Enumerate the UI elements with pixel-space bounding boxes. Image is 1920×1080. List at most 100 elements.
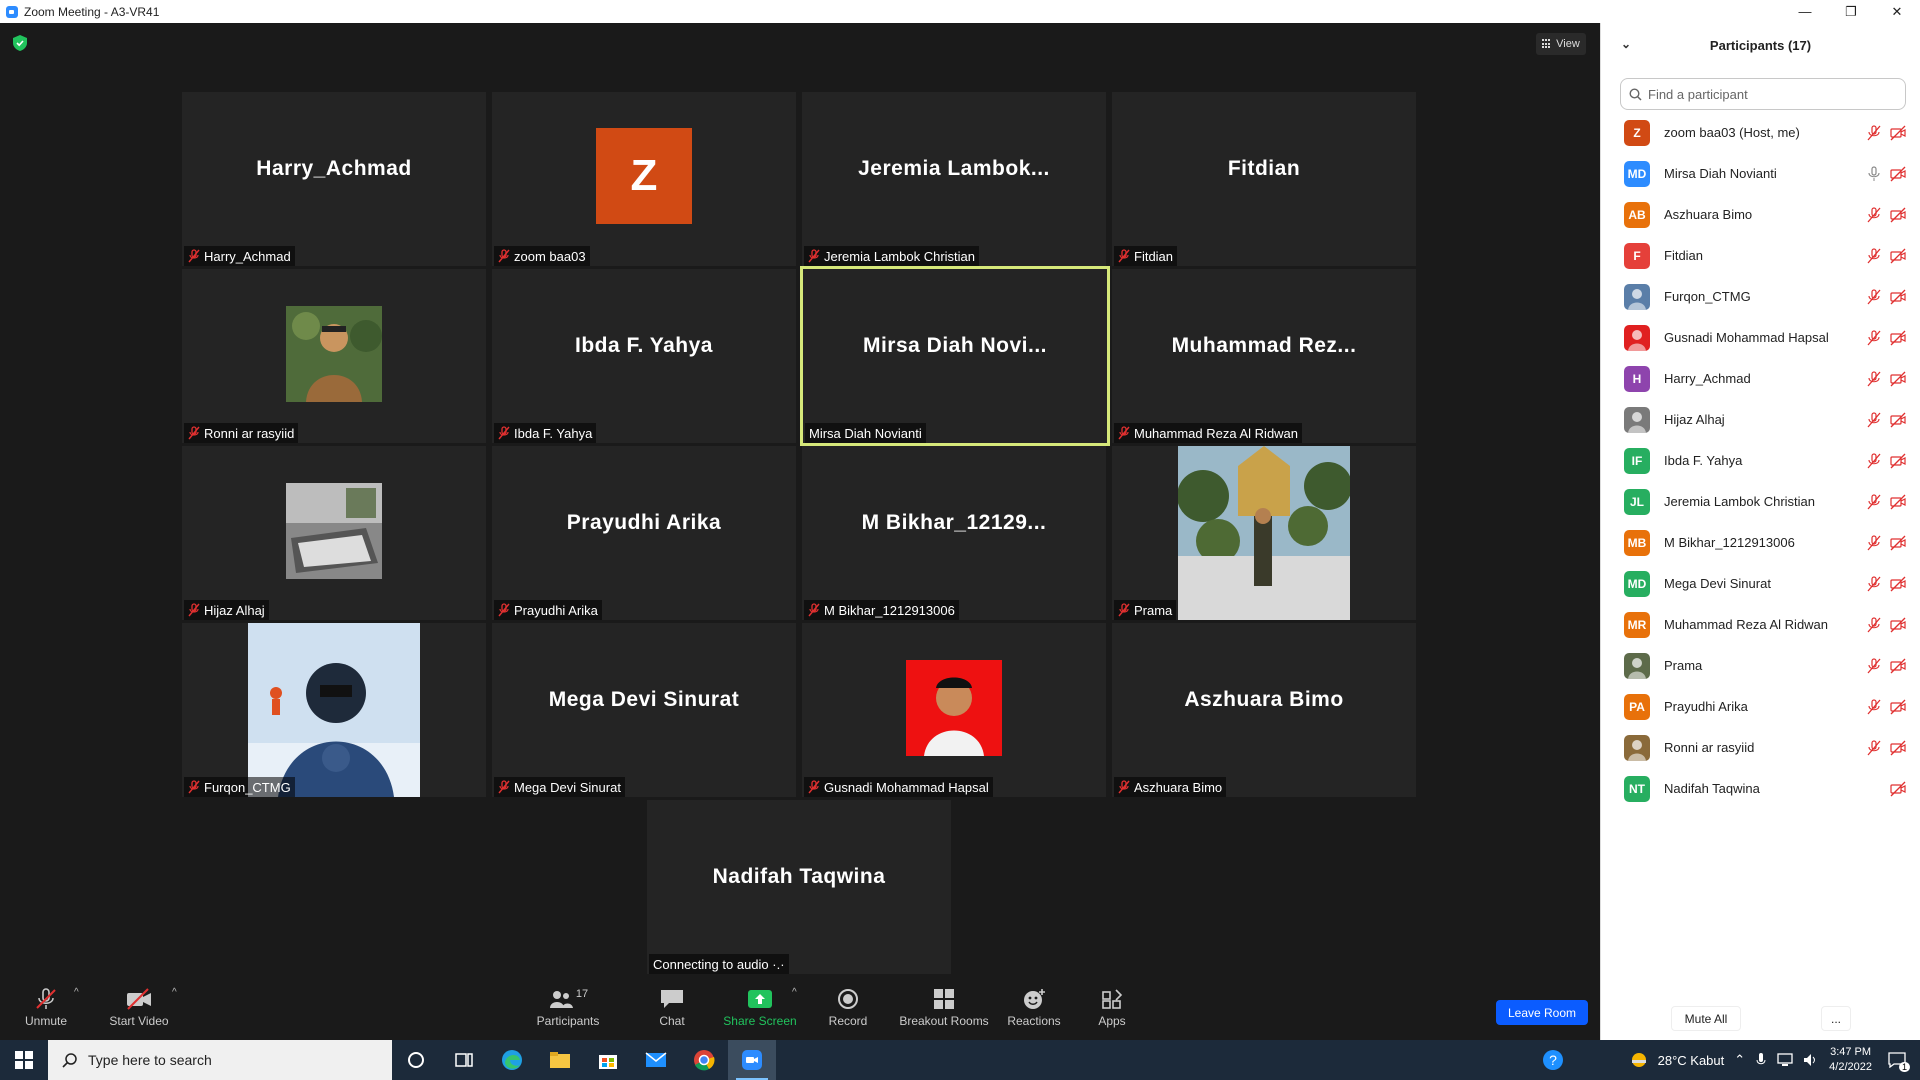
cortana-icon[interactable]: [392, 1040, 440, 1080]
more-options-button[interactable]: ...: [1821, 1006, 1851, 1031]
participant-row[interactable]: Prama: [1601, 645, 1920, 686]
video-off-icon[interactable]: [1890, 330, 1906, 346]
video-off-icon[interactable]: [1890, 781, 1906, 797]
mic-muted-icon[interactable]: [1866, 535, 1882, 551]
start-button[interactable]: [0, 1040, 48, 1080]
record-button[interactable]: Record: [820, 975, 876, 1040]
video-off-icon[interactable]: [1890, 125, 1906, 141]
share-options-caret[interactable]: ^: [792, 987, 797, 998]
participants-button[interactable]: 17 Participants: [530, 975, 606, 1040]
participant-row[interactable]: IF Ibda F. Yahya: [1601, 440, 1920, 481]
video-tile[interactable]: Z zoom baa03: [492, 92, 796, 266]
participant-row[interactable]: NT Nadifah Taqwina: [1601, 768, 1920, 809]
mic-muted-icon[interactable]: [1866, 289, 1882, 305]
participant-row[interactable]: H Harry_Achmad: [1601, 358, 1920, 399]
video-tile[interactable]: M Bikhar_12129... M Bikhar_1212913006: [802, 446, 1106, 620]
video-off-icon[interactable]: [1890, 658, 1906, 674]
mic-muted-icon[interactable]: [1866, 617, 1882, 633]
reactions-button[interactable]: Reactions: [1004, 975, 1064, 1040]
help-icon[interactable]: ?: [1542, 1049, 1564, 1071]
participant-row[interactable]: MB M Bikhar_1212913006: [1601, 522, 1920, 563]
task-view-icon[interactable]: [440, 1040, 488, 1080]
participant-search-field[interactable]: Find a participant: [1620, 78, 1906, 110]
participant-row[interactable]: MD Mega Devi Sinurat: [1601, 563, 1920, 604]
audio-options-caret[interactable]: ^: [74, 987, 79, 998]
breakout-rooms-button[interactable]: Breakout Rooms: [896, 975, 992, 1040]
participant-row[interactable]: PA Prayudhi Arika: [1601, 686, 1920, 727]
notifications-button[interactable]: 1: [1882, 1052, 1912, 1072]
participant-row[interactable]: Ronni ar rasyiid: [1601, 727, 1920, 768]
video-tile[interactable]: Nadifah Taqwina Connecting to audio ·.·: [647, 800, 951, 974]
restore-button[interactable]: ❐: [1828, 0, 1874, 23]
participant-row[interactable]: AB Aszhuara Bimo: [1601, 194, 1920, 235]
chevron-down-icon[interactable]: ⌄: [1621, 37, 1631, 51]
video-tile[interactable]: Prayudhi Arika Prayudhi Arika: [492, 446, 796, 620]
video-off-icon[interactable]: [1890, 371, 1906, 387]
mic-muted-icon[interactable]: [1866, 740, 1882, 756]
clock[interactable]: 3:47 PM 4/2/2022: [1829, 1045, 1872, 1075]
start-video-button[interactable]: Start Video: [104, 975, 174, 1040]
video-off-icon[interactable]: [1890, 166, 1906, 182]
chrome-icon[interactable]: [680, 1040, 728, 1080]
mic-muted-icon[interactable]: [1866, 207, 1882, 223]
mic-muted-icon[interactable]: [1866, 658, 1882, 674]
video-tile[interactable]: Hijaz Alhaj: [182, 446, 486, 620]
view-button[interactable]: View: [1536, 33, 1586, 55]
video-tile[interactable]: Ronni ar rasyiid: [182, 269, 486, 443]
mail-icon[interactable]: [632, 1040, 680, 1080]
mic-muted-icon[interactable]: [1866, 371, 1882, 387]
participant-row[interactable]: Zzoom baa03 (Host, me): [1601, 112, 1920, 153]
video-tile[interactable]: Fitdian Fitdian: [1112, 92, 1416, 266]
minimize-button[interactable]: —: [1782, 0, 1828, 23]
mic-muted-icon[interactable]: [1866, 248, 1882, 264]
video-off-icon[interactable]: [1890, 494, 1906, 510]
video-tile[interactable]: Mega Devi Sinurat Mega Devi Sinurat: [492, 623, 796, 797]
mic-muted-icon[interactable]: [1866, 699, 1882, 715]
video-off-icon[interactable]: [1890, 412, 1906, 428]
video-tile[interactable]: Furqon_CTMG: [182, 623, 486, 797]
video-tile[interactable]: Harry_Achmad Harry_Achmad: [182, 92, 486, 266]
weather-text[interactable]: 28°C Kabut: [1658, 1053, 1725, 1068]
participant-row[interactable]: MD Mirsa Diah Novianti: [1601, 153, 1920, 194]
unmute-button[interactable]: Unmute: [16, 975, 76, 1040]
video-tile[interactable]: Prama: [1112, 446, 1416, 620]
video-tile[interactable]: Gusnadi Mohammad Hapsal: [802, 623, 1106, 797]
participant-row[interactable]: JL Jeremia Lambok Christian: [1601, 481, 1920, 522]
video-tile[interactable]: Jeremia Lambok... Jeremia Lambok Christi…: [802, 92, 1106, 266]
zoom-taskbar-icon[interactable]: [728, 1040, 776, 1080]
mic-muted-icon[interactable]: [1866, 125, 1882, 141]
leave-room-button[interactable]: Leave Room: [1496, 1000, 1588, 1025]
participant-row[interactable]: MR Muhammad Reza Al Ridwan: [1601, 604, 1920, 645]
security-shield-icon[interactable]: [13, 35, 27, 51]
active-speaker-tile[interactable]: Mirsa Diah Novi... Mirsa Diah Novianti: [800, 266, 1110, 446]
mic-muted-icon[interactable]: [1866, 494, 1882, 510]
video-off-icon[interactable]: [1890, 453, 1906, 469]
video-off-icon[interactable]: [1890, 617, 1906, 633]
mic-on-icon[interactable]: [1866, 166, 1882, 182]
mic-muted-icon[interactable]: [1866, 453, 1882, 469]
apps-button[interactable]: Apps: [1088, 975, 1136, 1040]
video-tile[interactable]: Ibda F. Yahya Ibda F. Yahya: [492, 269, 796, 443]
edge-browser-icon[interactable]: [488, 1040, 536, 1080]
video-options-caret[interactable]: ^: [172, 987, 177, 998]
participant-row[interactable]: F Fitdian: [1601, 235, 1920, 276]
mic-muted-icon[interactable]: [1866, 330, 1882, 346]
network-icon[interactable]: [1777, 1053, 1793, 1067]
share-screen-button[interactable]: Share Screen: [720, 975, 800, 1040]
participant-row[interactable]: Gusnadi Mohammad Hapsal: [1601, 317, 1920, 358]
participant-row[interactable]: Furqon_CTMG: [1601, 276, 1920, 317]
participant-row[interactable]: Hijaz Alhaj: [1601, 399, 1920, 440]
video-off-icon[interactable]: [1890, 576, 1906, 592]
video-off-icon[interactable]: [1890, 740, 1906, 756]
mic-muted-icon[interactable]: [1866, 576, 1882, 592]
video-off-icon[interactable]: [1890, 207, 1906, 223]
volume-icon[interactable]: [1803, 1053, 1819, 1067]
video-off-icon[interactable]: [1890, 699, 1906, 715]
microphone-icon[interactable]: [1755, 1052, 1767, 1068]
tray-chevron-up-icon[interactable]: ⌃: [1734, 1052, 1745, 1068]
file-explorer-icon[interactable]: [536, 1040, 584, 1080]
taskbar-search-box[interactable]: Type here to search: [48, 1040, 392, 1080]
chat-button[interactable]: Chat: [648, 975, 696, 1040]
mic-muted-icon[interactable]: [1866, 412, 1882, 428]
video-off-icon[interactable]: [1890, 535, 1906, 551]
